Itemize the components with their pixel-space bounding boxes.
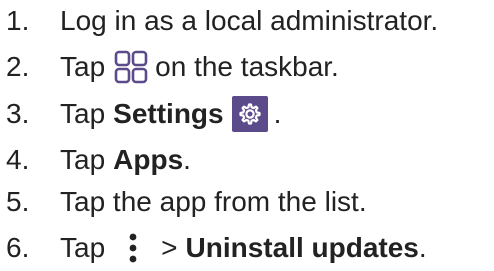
step-6: 6. Tap > Uninstall updates. xyxy=(0,228,427,268)
step-text-before: Tap xyxy=(60,144,106,175)
step-number: 3. xyxy=(6,98,30,129)
step-text-before: Tap xyxy=(60,51,106,82)
step-text: Log in as a local administrator. xyxy=(60,5,439,36)
step-text-middle: > xyxy=(161,232,178,263)
step-text-after: . xyxy=(418,232,427,263)
step-bold-label: Uninstall updates xyxy=(185,232,419,263)
step-number: 2. xyxy=(6,51,30,82)
step-number: 4. xyxy=(6,144,30,175)
step-number: 6. xyxy=(6,232,30,263)
step-text-after: on the taskbar. xyxy=(155,51,339,82)
step-text-before: Tap xyxy=(60,98,106,129)
step-text-after: . xyxy=(273,98,282,129)
apps-grid-icon xyxy=(113,49,149,85)
step-text-before: Tap xyxy=(60,232,106,263)
step-bold-label: Settings xyxy=(113,98,224,129)
step-number: 1. xyxy=(6,5,30,36)
settings-gear-icon xyxy=(231,96,268,132)
step-number: 5. xyxy=(6,186,30,217)
more-options-icon xyxy=(121,228,145,268)
step-bold-label: Apps xyxy=(113,144,184,175)
step-4: 4. Tap Apps. xyxy=(0,140,191,180)
step-1: 1. Log in as a local administrator. xyxy=(0,1,438,41)
step-text-after: . xyxy=(183,144,191,175)
step-2: 2. Tap on the taskbar. xyxy=(0,47,339,87)
step-3: 3. Tap Settings . xyxy=(0,94,281,134)
step-text: Tap the app from the list. xyxy=(60,186,367,217)
step-5: 5. Tap the app from the list. xyxy=(0,182,367,222)
